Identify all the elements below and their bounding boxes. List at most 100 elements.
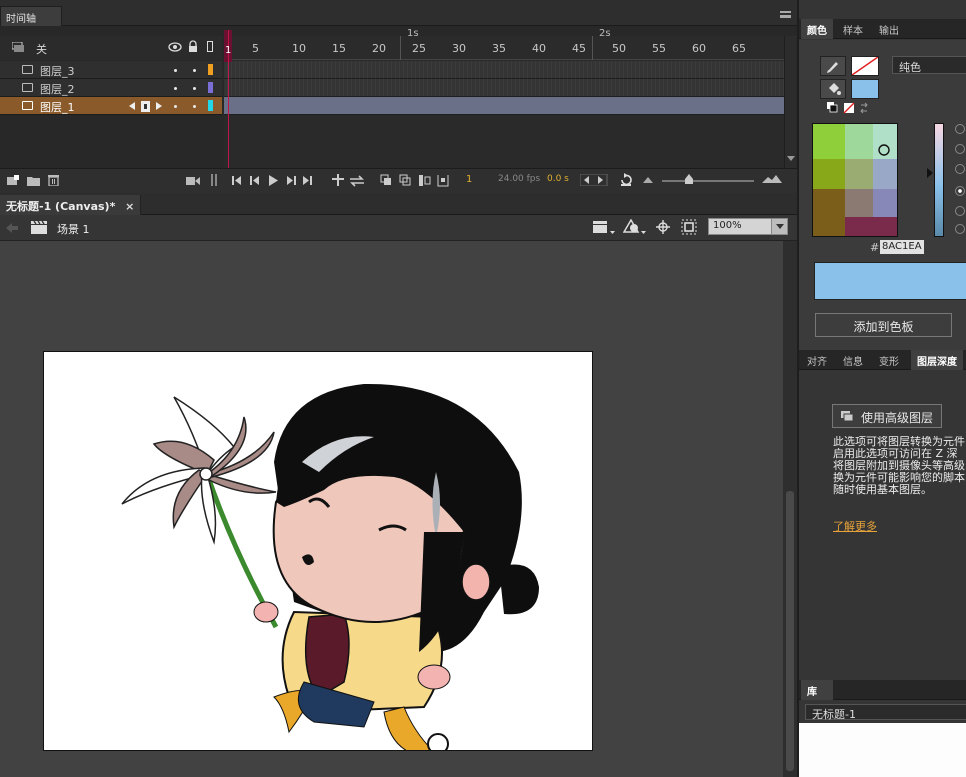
timeline-tab[interactable]: 时间轴: [0, 6, 62, 26]
stage-canvas[interactable]: [43, 351, 593, 751]
clapperboard-icon: [31, 221, 47, 234]
loop-icons[interactable]: [332, 174, 366, 187]
radio-brightness[interactable]: [955, 164, 965, 174]
visibility-dot[interactable]: [174, 87, 177, 90]
second-tick: [592, 36, 593, 60]
delete-icon[interactable]: [48, 174, 59, 186]
ruler-number: 5: [252, 42, 259, 55]
radio-blue[interactable]: [955, 224, 965, 234]
visibility-dot[interactable]: [174, 69, 177, 72]
tab-color[interactable]: 颜色: [801, 19, 833, 39]
zoom-value: 100%: [713, 220, 742, 231]
ruler-number: 45: [572, 42, 586, 55]
slider-handle-icon[interactable]: [927, 168, 933, 178]
learn-more-link[interactable]: 了解更多: [833, 518, 877, 534]
new-layer-icon[interactable]: [7, 175, 19, 187]
frame-row-3[interactable]: [224, 61, 784, 79]
new-folder-icon[interactable]: [27, 175, 40, 186]
frame-ruler[interactable]: 1s 2s 15101520253035404550556065: [224, 28, 784, 60]
layer-parent-controls-icon[interactable]: [129, 101, 163, 112]
document-tab-bar: 无标题-1 (Canvas)* ×: [0, 193, 797, 215]
fps[interactable]: 24.00 fps: [498, 174, 540, 184]
add-to-swatches-button[interactable]: 添加到色板: [815, 313, 952, 337]
fill-tool[interactable]: [820, 79, 846, 99]
layer-color-swatch[interactable]: [208, 100, 213, 111]
layer-depth-icon[interactable]: [211, 174, 217, 186]
edit-symbols-icon[interactable]: [623, 219, 647, 235]
lock-icon[interactable]: [188, 40, 198, 52]
library-document-select[interactable]: 无标题-1: [805, 704, 966, 721]
stage-scroll-thumb[interactable]: [786, 491, 794, 771]
tab-info[interactable]: 信息: [837, 350, 869, 370]
document-tab[interactable]: 无标题-1 (Canvas)* ×: [0, 195, 142, 215]
layer-row-1[interactable]: 图层_1: [0, 97, 222, 115]
zoom-dropdown-arrow[interactable]: [771, 219, 787, 234]
layer-row-2[interactable]: 图层_2: [0, 79, 222, 97]
chevron-down-icon: [776, 224, 784, 229]
radio-saturation[interactable]: [955, 144, 965, 154]
outline-icon[interactable]: [207, 41, 213, 52]
fill-swatch[interactable]: [851, 79, 879, 99]
timeline-zoom-handle-icon[interactable]: [684, 173, 694, 185]
frame-row-1[interactable]: [224, 97, 784, 115]
onion-skin-icons[interactable]: [380, 174, 450, 187]
tab-layer-depth[interactable]: 图层深度: [911, 350, 963, 370]
color-mode-radios[interactable]: [953, 124, 966, 236]
tab-swatches[interactable]: 样本: [837, 19, 869, 39]
frame-step-icons[interactable]: [580, 174, 608, 186]
elapsed-time[interactable]: 0.0 s: [547, 174, 569, 184]
timeline-zoom-slider[interactable]: [662, 180, 754, 182]
fill-type-select[interactable]: 纯色: [892, 56, 966, 74]
color-slider[interactable]: [934, 123, 944, 237]
layer-icon: [22, 101, 33, 110]
library-list[interactable]: [799, 723, 966, 777]
clip-content-icon[interactable]: [681, 219, 697, 235]
radio-green[interactable]: [955, 206, 965, 216]
eye-icon[interactable]: [168, 42, 182, 52]
stroke-tool[interactable]: [820, 56, 846, 76]
zoom-in-timeline-icon[interactable]: [762, 175, 782, 183]
center-stage-icon[interactable]: [656, 220, 670, 234]
tab-library[interactable]: 库: [801, 680, 833, 700]
stage-scrollbar[interactable]: [783, 241, 797, 777]
panel-menu-icon[interactable]: [780, 11, 791, 18]
lock-dot[interactable]: [193, 105, 196, 108]
camera-icon[interactable]: [186, 175, 200, 186]
layer-icon: [22, 83, 33, 92]
close-icon[interactable]: ×: [125, 200, 134, 213]
timeline-toolbar: 1 24.00 fps 0.0 s: [0, 168, 797, 193]
current-frame[interactable]: 1: [466, 174, 472, 185]
frame-row-2[interactable]: [224, 79, 784, 97]
layers-icon: [841, 411, 853, 422]
lock-dot[interactable]: [193, 69, 196, 72]
use-advanced-layers-button[interactable]: 使用高级图层: [832, 404, 942, 428]
stroke-swatch[interactable]: [851, 56, 879, 76]
tab-transform[interactable]: 变形: [873, 350, 905, 370]
zoom-select[interactable]: 100%: [708, 218, 788, 235]
layer-stack-icon: [12, 42, 24, 52]
back-arrow-icon[interactable]: [6, 223, 18, 233]
frames-area[interactable]: 1s 2s 15101520253035404550556065: [224, 28, 784, 168]
center-frame-icon[interactable]: [619, 173, 633, 187]
character-illustration[interactable]: [44, 352, 593, 751]
timeline-scrollbar[interactable]: [784, 36, 796, 168]
edit-scene-icon[interactable]: [593, 220, 615, 235]
swap-default-colors-icon[interactable]: [827, 102, 877, 114]
visibility-dot[interactable]: [174, 105, 177, 108]
radio-hue[interactable]: [955, 124, 965, 134]
lock-dot[interactable]: [193, 87, 196, 90]
playhead-frame-number: 1: [225, 45, 232, 56]
scroll-down-icon[interactable]: [787, 156, 795, 162]
playback-controls-icon[interactable]: [232, 175, 314, 186]
edit-bar: 场景 1: [0, 215, 797, 241]
tab-output[interactable]: 输出: [873, 19, 905, 39]
radio-red[interactable]: [955, 186, 965, 196]
layer-color-swatch[interactable]: [208, 64, 213, 75]
layer-color-swatch[interactable]: [208, 82, 213, 93]
fill-type-value: 纯色: [899, 61, 921, 74]
layer-row-3[interactable]: 图层_3: [0, 61, 222, 79]
color-picker-field[interactable]: [812, 123, 898, 237]
hex-input[interactable]: 8AC1EA: [880, 240, 924, 254]
tab-align[interactable]: 对齐: [801, 350, 833, 370]
zoom-out-timeline-icon[interactable]: [643, 177, 653, 183]
